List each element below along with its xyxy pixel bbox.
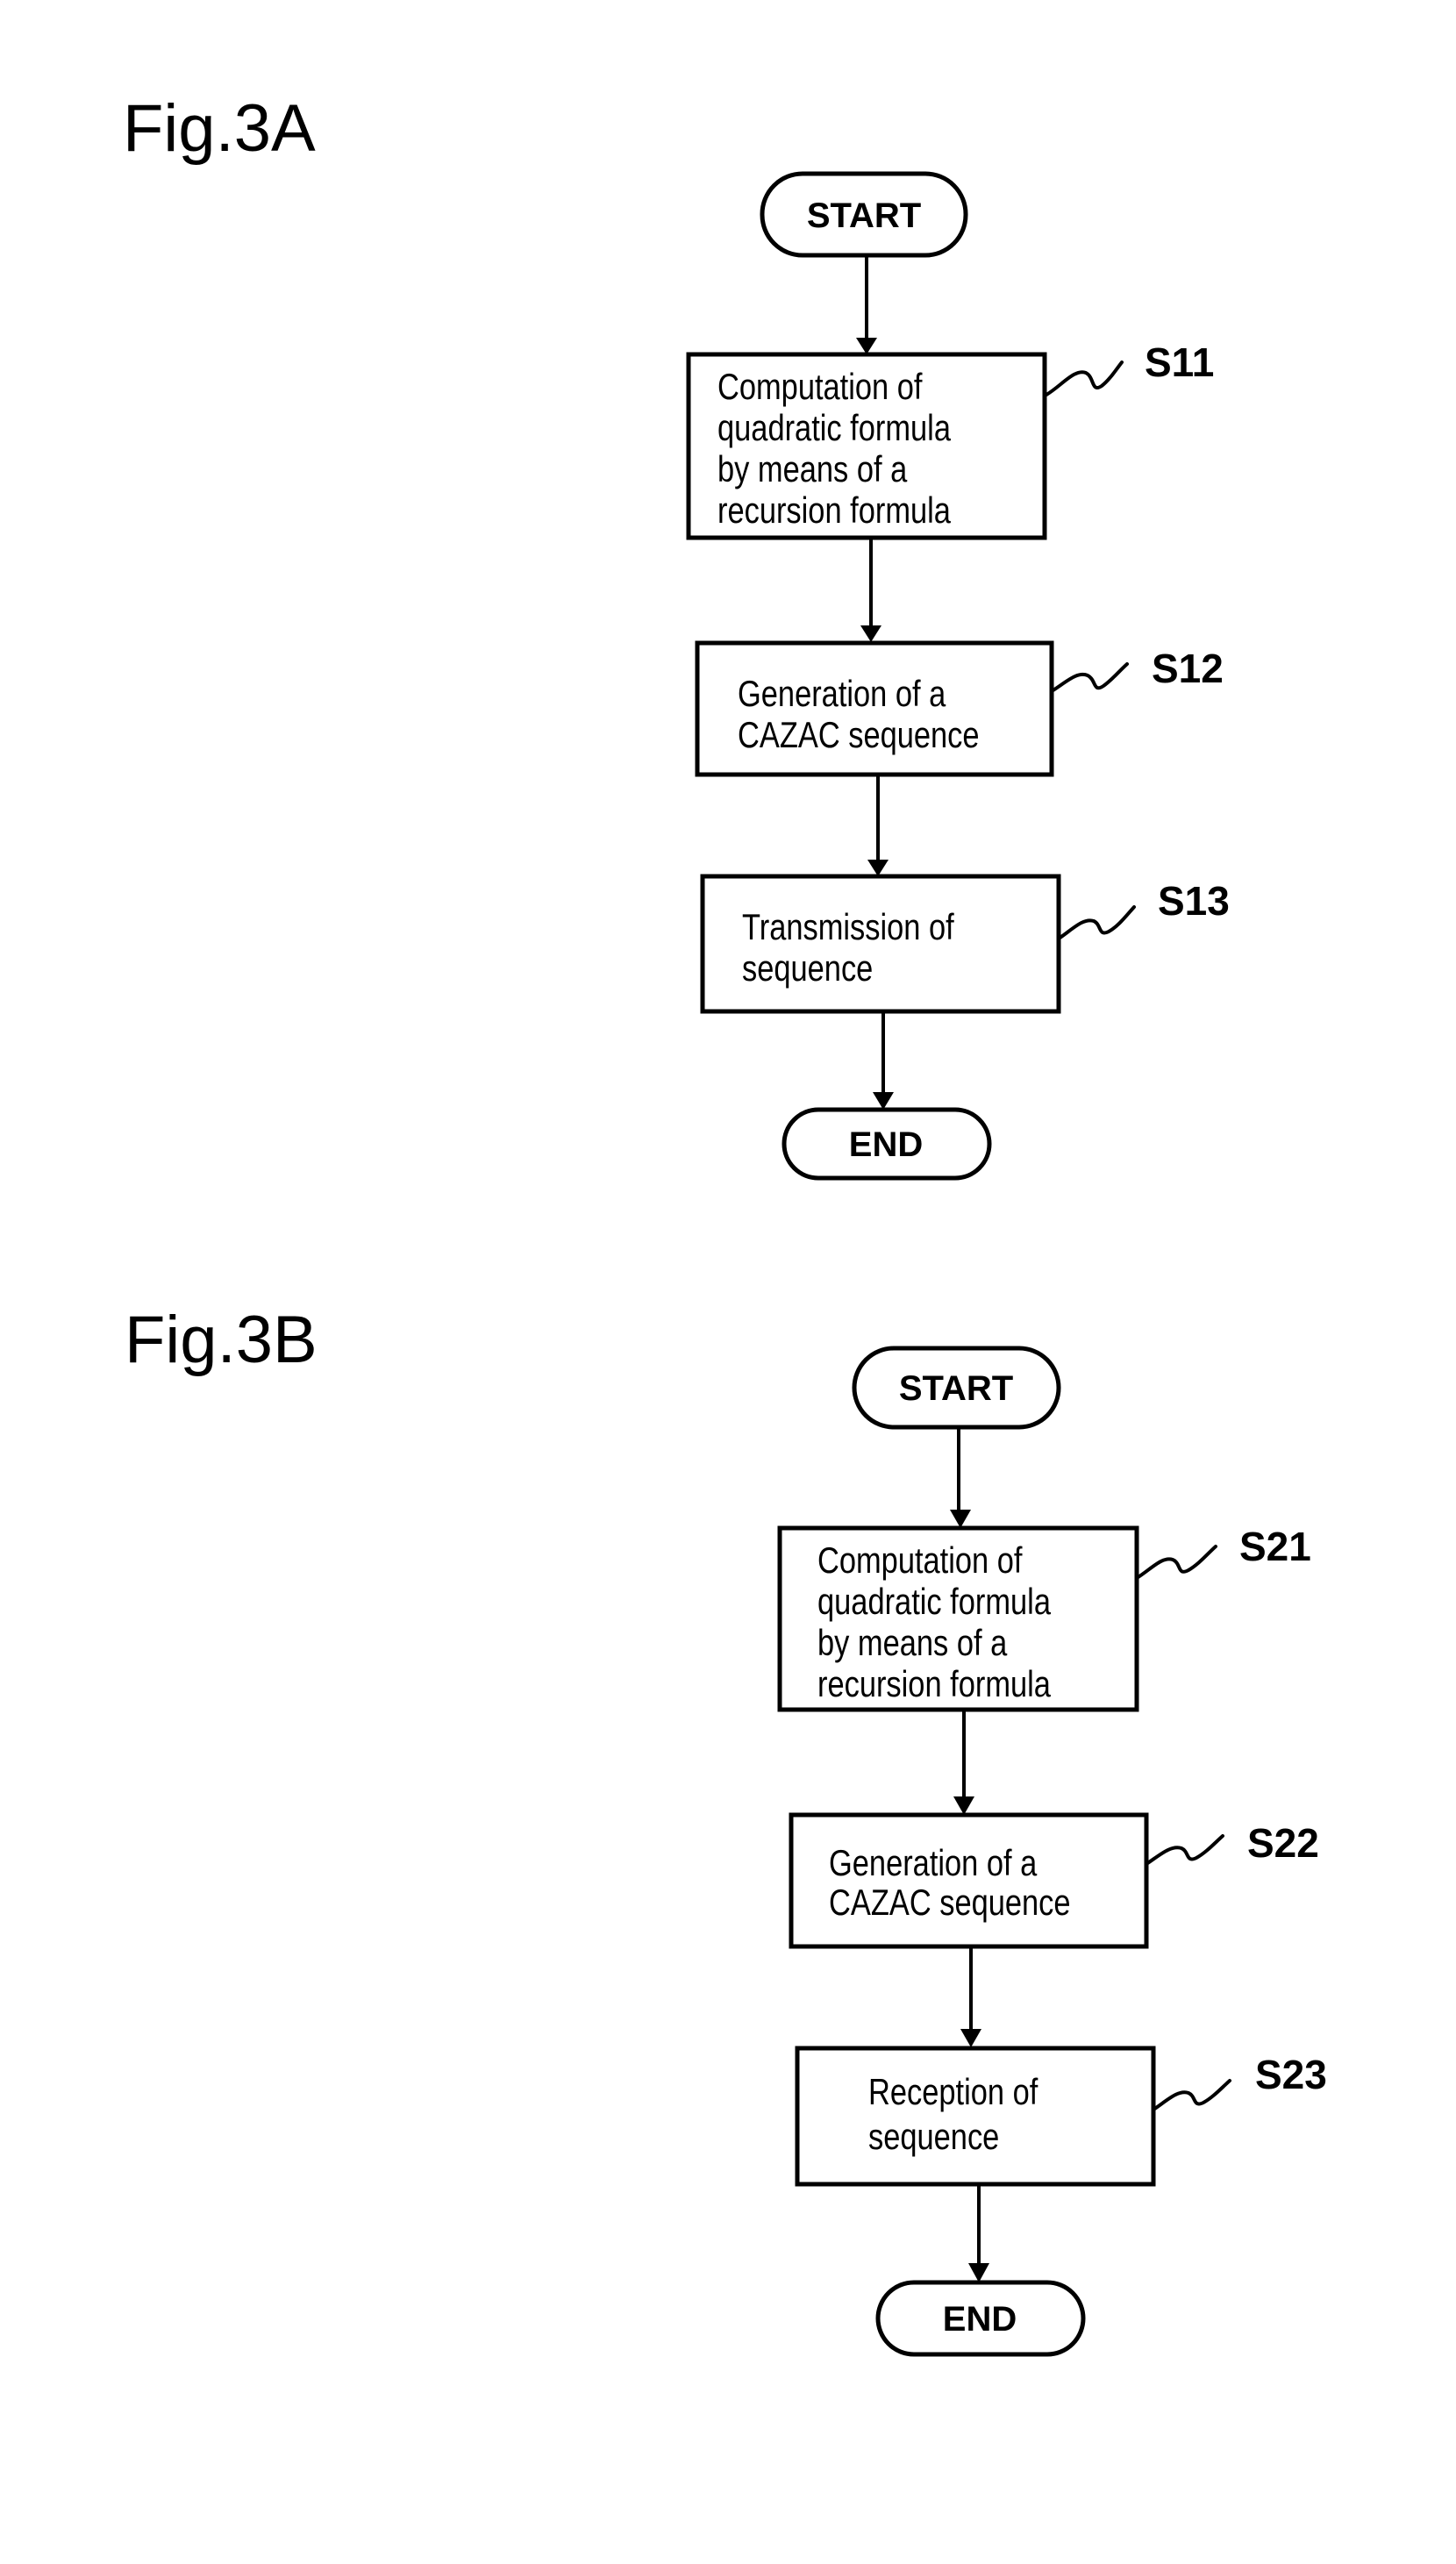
arrowhead xyxy=(950,1510,971,1528)
start-label: START xyxy=(807,196,921,235)
end-label: END xyxy=(849,1125,923,1164)
step-text-line: recursion formula xyxy=(817,1664,1052,1705)
figure-3a: Fig.3A START Computation of quadratic fo… xyxy=(123,91,1230,1181)
arrowhead xyxy=(968,2263,989,2282)
leader-squiggle xyxy=(1050,662,1129,693)
step-label: S23 xyxy=(1255,2052,1327,2097)
figure-3b: Fig.3B START Computation of quadratic fo… xyxy=(125,1303,1327,2357)
arrowhead xyxy=(856,338,877,354)
step-text-line: by means of a xyxy=(817,1623,1008,1664)
step-text-line: sequence xyxy=(868,2117,999,2158)
process-step-s23: Reception of sequence S23 xyxy=(795,2046,1327,2187)
leader-squiggle xyxy=(1057,905,1136,940)
step-text-line: quadratic formula xyxy=(717,408,952,449)
step-text-line: Computation of xyxy=(717,367,923,408)
process-step-s12: Generation of a CAZAC sequence S12 xyxy=(695,640,1224,777)
leader-squiggle xyxy=(1145,1834,1224,1866)
end-terminal: END xyxy=(782,1107,992,1181)
flowchart-page: Fig.3A START Computation of quadratic fo… xyxy=(123,91,1327,2357)
start-terminal: START xyxy=(760,171,968,258)
step-text-line: Generation of a xyxy=(829,1843,1038,1884)
step-text-line: sequence xyxy=(742,948,873,989)
process-step-s22: Generation of a CAZAC sequence S22 xyxy=(789,1812,1319,1949)
step-text-line: Generation of a xyxy=(738,674,946,715)
step-text-line: Reception of xyxy=(868,2072,1038,2113)
step-text-line: quadratic formula xyxy=(817,1582,1052,1623)
leader-squiggle xyxy=(1045,361,1124,396)
step-text-line: recursion formula xyxy=(717,490,952,532)
arrowhead xyxy=(953,1796,974,1815)
arrowhead xyxy=(867,860,889,876)
start-terminal: START xyxy=(852,1346,1061,1430)
step-label: S13 xyxy=(1158,878,1230,924)
arrowhead xyxy=(960,2029,981,2047)
process-step-s13: Transmission of sequence S13 xyxy=(700,874,1230,1014)
arrowhead xyxy=(860,625,881,642)
figure-title: Fig.3B xyxy=(125,1303,318,1377)
end-terminal: END xyxy=(875,2280,1086,2357)
figure-title: Fig.3A xyxy=(123,91,316,166)
start-label: START xyxy=(899,1369,1013,1408)
process-step-s11: Computation of quadratic formula by mean… xyxy=(686,339,1214,540)
step-label: S22 xyxy=(1247,1820,1319,1866)
step-text-line: Computation of xyxy=(817,1540,1023,1582)
process-step-s21: Computation of quadratic formula by mean… xyxy=(777,1524,1311,1712)
step-label: S21 xyxy=(1239,1524,1311,1569)
step-text-line: by means of a xyxy=(717,449,908,490)
step-text-line: Transmission of xyxy=(742,907,954,948)
end-label: END xyxy=(943,2300,1017,2339)
step-label: S12 xyxy=(1152,646,1224,691)
step-label: S11 xyxy=(1145,339,1214,385)
step-text-line: CAZAC sequence xyxy=(738,715,980,756)
step-text-line: CAZAC sequence xyxy=(829,1882,1071,1924)
arrowhead xyxy=(873,1092,894,1110)
leader-squiggle xyxy=(1152,2079,1231,2111)
leader-squiggle xyxy=(1135,1545,1217,1580)
